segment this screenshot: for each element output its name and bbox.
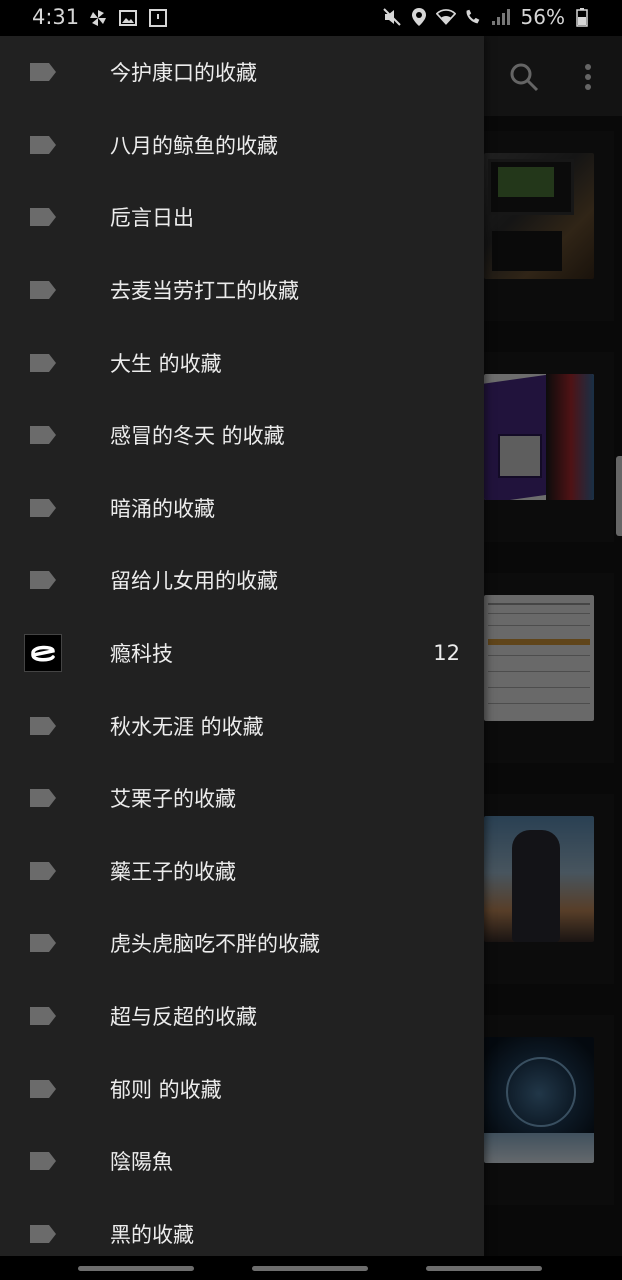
tag-icon (28, 134, 58, 156)
wifi-calling-icon (463, 7, 483, 27)
edge-panel-handle[interactable] (616, 456, 622, 536)
drawer-item[interactable]: 藥王子的收藏 (0, 835, 484, 908)
tag-icon (28, 1150, 58, 1172)
drawer-item-label: 留给儿女用的收藏 (110, 569, 278, 594)
drawer-item[interactable]: 瘾科技 12 (0, 617, 484, 690)
tag-icon (28, 352, 58, 374)
drawer-item-label: 超与反超的收藏 (110, 1005, 257, 1030)
drawer-item-label: 瘾科技 (110, 642, 173, 667)
drawer-item[interactable]: 超与反超的收藏 (0, 980, 484, 1053)
tag-icon (28, 424, 58, 446)
wifi-icon (435, 7, 456, 27)
navigation-bar (0, 1256, 622, 1280)
drawer-item-label: 卮言日出 (110, 206, 194, 231)
drawer-item-label: 郁则 的收藏 (110, 1077, 222, 1102)
drawer-item[interactable]: 暗涌的收藏 (0, 472, 484, 545)
tag-icon (28, 787, 58, 809)
drawer-item-label: 秋水无涯 的收藏 (110, 714, 264, 739)
tag-icon (28, 206, 58, 228)
tag-icon (28, 932, 58, 954)
status-bar: 4:31 56% (0, 0, 622, 36)
image-icon (118, 8, 138, 28)
status-time: 4:31 (32, 5, 80, 29)
nav-pill-home[interactable] (252, 1266, 368, 1271)
drawer-item[interactable]: 秋水无涯 的收藏 (0, 689, 484, 762)
status-right-icons: 56% (382, 5, 592, 29)
drawer-item[interactable]: 留给儿女用的收藏 (0, 544, 484, 617)
drawer-item[interactable]: 虎头虎脑吃不胖的收藏 (0, 907, 484, 980)
drawer-item-label: 八月的鲸鱼的收藏 (110, 133, 278, 158)
engadget-logo-icon (24, 634, 62, 673)
tag-icon (28, 1005, 58, 1027)
drawer-item[interactable]: 陰陽魚 (0, 1125, 484, 1198)
drawer-item-label: 暗涌的收藏 (110, 496, 215, 521)
drawer-item[interactable]: 感冒的冬天 的收藏 (0, 399, 484, 472)
tag-icon (28, 61, 58, 83)
signal-icon (490, 7, 510, 27)
tag-icon (28, 1223, 58, 1245)
tag-icon (28, 279, 58, 301)
drawer-item-label: 今护康口的收藏 (110, 61, 257, 86)
drawer-list: 今护康口的收藏 八月的鲸鱼的收藏 卮言日出去麦当劳打工的收藏 大生 的收藏感冒的冬天 … (0, 36, 484, 1270)
drawer-item[interactable]: 郁则 的收藏 (0, 1052, 484, 1125)
battery-percent: 56% (520, 5, 565, 29)
battery-icon (572, 7, 592, 27)
tag-icon (28, 1078, 58, 1100)
screenshot-icon (148, 8, 168, 28)
drawer-item-label: 去麦当劳打工的收藏 (110, 279, 299, 304)
tag-icon (28, 569, 58, 591)
drawer-item[interactable]: 大生 的收藏 (0, 326, 484, 399)
nav-pill-recents[interactable] (78, 1266, 194, 1271)
nav-pill-back[interactable] (426, 1266, 542, 1271)
drawer-item[interactable]: 艾栗子的收藏 (0, 762, 484, 835)
navigation-drawer: 今护康口的收藏 八月的鲸鱼的收藏 卮言日出去麦当劳打工的收藏 大生 的收藏感冒的冬天 … (0, 36, 484, 1280)
tag-icon (28, 497, 58, 519)
unread-count: 12 (433, 641, 460, 666)
status-left-icons (88, 8, 168, 28)
tag-icon (28, 715, 58, 737)
drawer-item[interactable]: 卮言日出 (0, 181, 484, 254)
tag-icon (28, 860, 58, 882)
drawer-item-label: 大生 的收藏 (110, 351, 222, 376)
mute-icon (382, 7, 402, 27)
drawer-item[interactable]: 去麦当劳打工的收藏 (0, 254, 484, 327)
drawer-item-label: 藥王子的收藏 (110, 859, 236, 884)
drawer-item-label: 黑的收藏 (110, 1222, 194, 1247)
pinwheel-icon (88, 8, 108, 28)
drawer-item-label: 陰陽魚 (110, 1150, 173, 1175)
drawer-item[interactable]: 今护康口的收藏 (0, 36, 484, 109)
drawer-item-label: 艾栗子的收藏 (110, 787, 236, 812)
drawer-item-label: 感冒的冬天 的收藏 (110, 424, 285, 449)
drawer-item-label: 虎头虎脑吃不胖的收藏 (110, 932, 320, 957)
location-icon (409, 7, 429, 27)
drawer-item[interactable]: 八月的鲸鱼的收藏 (0, 109, 484, 182)
